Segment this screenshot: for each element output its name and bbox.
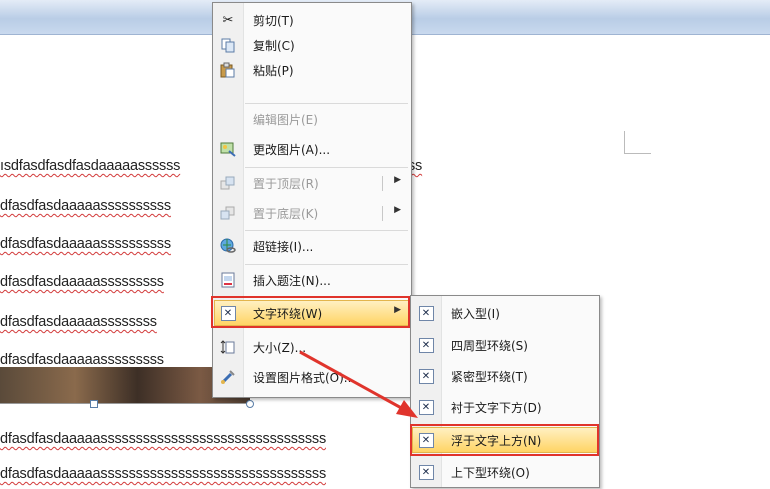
annotation-arrow bbox=[299, 350, 418, 418]
